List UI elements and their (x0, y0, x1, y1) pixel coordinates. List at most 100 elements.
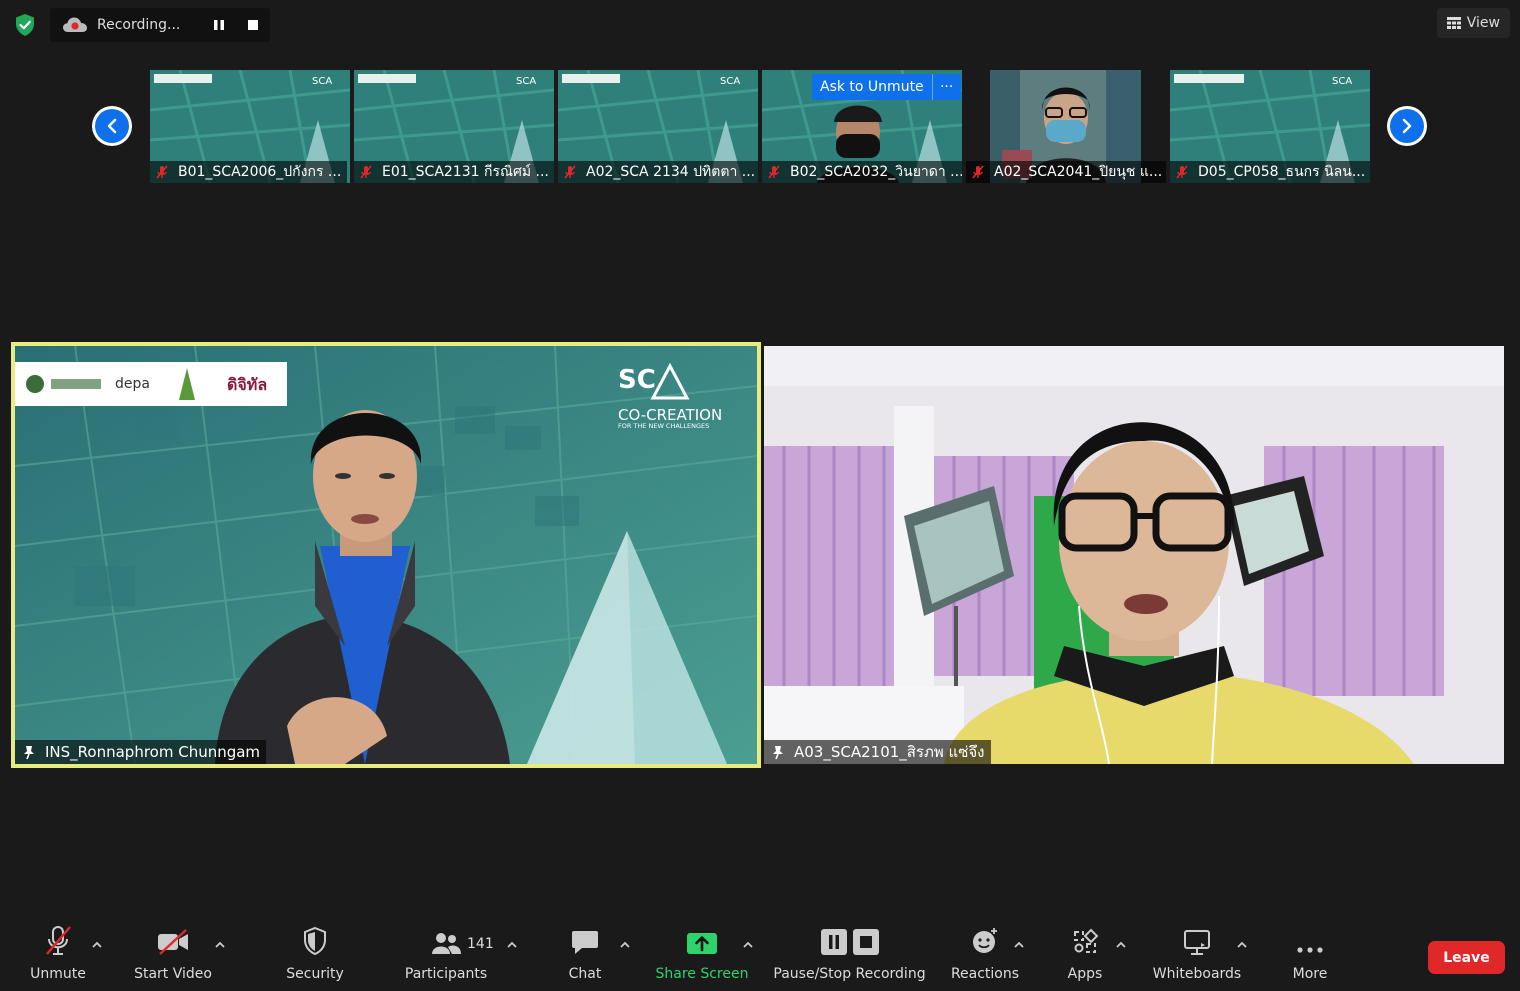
muted-mic-icon (360, 165, 372, 179)
thumbnail-name-tag: B02_SCA2032_วินยาดา ... (762, 161, 962, 183)
thumbnail-name-tag: A02_SCA 2134 ปทิตตา ... (558, 161, 758, 183)
share-screen-button[interactable]: Share Screen (655, 920, 749, 991)
muted-mic-icon (564, 165, 576, 179)
pause-stop-recording-button[interactable]: Pause/Stop Recording (772, 920, 927, 991)
muted-mic-icon (1176, 165, 1188, 179)
participants-options-caret-icon[interactable] (505, 940, 519, 950)
apps-label: Apps (1067, 966, 1103, 982)
chat-options-caret-icon[interactable] (618, 940, 632, 950)
thumbnail-name: B02_SCA2032_วินยาดา ... (790, 164, 962, 180)
apps-icon (1074, 928, 1099, 953)
reactions-label: Reactions (950, 966, 1020, 982)
previous-page-button[interactable] (92, 106, 132, 146)
thumbnail-name: E01_SCA2131 กีรณิศม์ ... (382, 164, 549, 180)
stop-recording-button[interactable] (236, 8, 270, 42)
recording-indicator: Recording... (50, 8, 270, 42)
participants-label: Participants (404, 966, 488, 982)
svg-text:SCA: SCA (1332, 76, 1352, 87)
video-participant-name: A03_SCA2101_สิรภพ แซ่จึง (794, 743, 985, 761)
share-screen-arrow-icon (687, 933, 717, 954)
more-dots-icon (1297, 947, 1323, 953)
security-label: Security (286, 966, 344, 982)
thumbnail-name: A02_SCA 2134 ปทิตตา ... (586, 164, 756, 180)
chat-bubble-icon (572, 931, 598, 954)
reactions-smiley-icon (973, 928, 997, 953)
reactions-button[interactable]: Reactions (950, 920, 1020, 991)
video-name-tag: INS_Ronnaphrom Chunngam (15, 740, 267, 764)
participant-thumbnail[interactable]: A02_SCA2041_ปิยนุช แ... (966, 70, 1166, 183)
participant-thumbnail[interactable]: Ask to Unmute ··· B02_SCA2032_วินยาดา ..… (762, 70, 962, 183)
video-off-icon (158, 929, 188, 955)
ask-to-unmute-bar: Ask to Unmute ··· (812, 74, 961, 100)
pause-recording-button[interactable] (202, 8, 236, 42)
thumbnail-name: A02_SCA2041_ปิยนุช แ... (994, 164, 1163, 180)
apps-options-caret-icon[interactable] (1114, 940, 1128, 950)
chevron-left-icon (107, 118, 117, 134)
background-logo-tagline: FOR THE NEW CHALLENGES (618, 422, 709, 430)
pin-icon (24, 746, 34, 760)
thumbnail-name-tag: A02_SCA2041_ปิยนุช แ... (966, 161, 1166, 183)
grid-view-icon (1446, 17, 1461, 29)
participant-thumbnail[interactable]: SCA A02_SCA 2134 ปทิตตา ... (558, 70, 758, 183)
muted-mic-icon (156, 165, 168, 179)
svg-text:SCA: SCA (312, 76, 332, 87)
chat-label: Chat (568, 966, 602, 982)
pause-stop-recording-icon (820, 929, 879, 955)
participant-thumbnail[interactable]: SCA B01_SCA2006_ปกังกร ... (150, 70, 350, 183)
thumbnail-name: D05_CP058_ธนกร นิลน... (1198, 164, 1366, 180)
thumbnail-name: B01_SCA2006_ปกังกร ... (178, 164, 342, 180)
view-label: View (1466, 15, 1500, 31)
apps-button[interactable]: Apps (1060, 920, 1110, 991)
video-participant-name: INS_Ronnaphrom Chunngam (45, 743, 261, 761)
start-video-button[interactable]: Start Video (133, 920, 213, 991)
next-page-button[interactable] (1387, 106, 1427, 146)
participants-button[interactable]: Participants (400, 920, 492, 991)
participants-icon (432, 933, 461, 954)
chevron-right-icon (1402, 118, 1412, 134)
encryption-shield-icon[interactable] (14, 13, 36, 37)
whiteboards-options-caret-icon[interactable] (1235, 940, 1249, 950)
participants-count: 141 (467, 936, 494, 952)
background-partner-depa: depa (115, 376, 150, 392)
leave-button[interactable]: Leave (1428, 941, 1505, 974)
stop-icon (248, 20, 258, 30)
security-shield-icon (304, 926, 326, 956)
video-options-caret-icon[interactable] (213, 940, 227, 950)
participant-video-image (764, 346, 1504, 764)
speaker-video-image: SC CO-CREATION FOR THE NEW CHALLENGES de… (15, 346, 757, 764)
ask-to-unmute-button[interactable]: Ask to Unmute (812, 74, 932, 100)
main-video-tile[interactable]: A03_SCA2101_สิรภพ แซ่จึง (764, 346, 1504, 764)
participant-thumbnail[interactable]: SCA D05_CP058_ธนกร นิลน... (1170, 70, 1370, 183)
share-screen-options-caret-icon[interactable] (741, 940, 755, 950)
pause-stop-recording-label: Pause/Stop Recording (773, 966, 926, 982)
thumbnail-name-tag: E01_SCA2131 กีรณิศม์ ... (354, 161, 554, 183)
audio-options-caret-icon[interactable] (90, 940, 104, 950)
muted-mic-icon (972, 165, 984, 179)
more-button[interactable]: More (1285, 920, 1335, 991)
background-partner-dtt: ดิจิทัล (227, 375, 267, 394)
share-screen-label: Share Screen (655, 966, 749, 982)
background-logo-sc: SC (618, 365, 656, 395)
unmute-button[interactable]: Unmute (28, 920, 88, 991)
chat-button[interactable]: Chat (560, 920, 610, 991)
participant-thumbnail[interactable]: SCA E01_SCA2131 กีรณิศม์ ... (354, 70, 554, 183)
svg-text:SCA: SCA (720, 76, 740, 87)
reactions-options-caret-icon[interactable] (1012, 940, 1026, 950)
start-video-label: Start Video (134, 966, 212, 982)
recording-status-text: Recording... (97, 17, 181, 33)
whiteboard-icon (1184, 930, 1210, 955)
whiteboards-label: Whiteboards (1152, 966, 1242, 982)
meeting-controls-toolbar: Unmute Start Video Security Participants… (0, 920, 1520, 991)
muted-mic-icon (768, 165, 780, 179)
thumbnail-more-options-button[interactable]: ··· (931, 74, 961, 100)
muted-microphone-icon (46, 926, 71, 955)
security-button[interactable]: Security (280, 920, 350, 991)
more-label: More (1292, 966, 1328, 982)
whiteboards-button[interactable]: Whiteboards (1150, 920, 1244, 991)
thumbnail-name-tag: D05_CP058_ธนกร นิลน... (1170, 161, 1370, 183)
pin-icon (773, 746, 783, 760)
video-name-tag: A03_SCA2101_สิรภพ แซ่จึง (764, 740, 991, 764)
view-button[interactable]: View (1436, 8, 1510, 38)
unmute-label: Unmute (30, 966, 86, 982)
main-video-tile-active-speaker[interactable]: SC CO-CREATION FOR THE NEW CHALLENGES de… (11, 342, 761, 768)
